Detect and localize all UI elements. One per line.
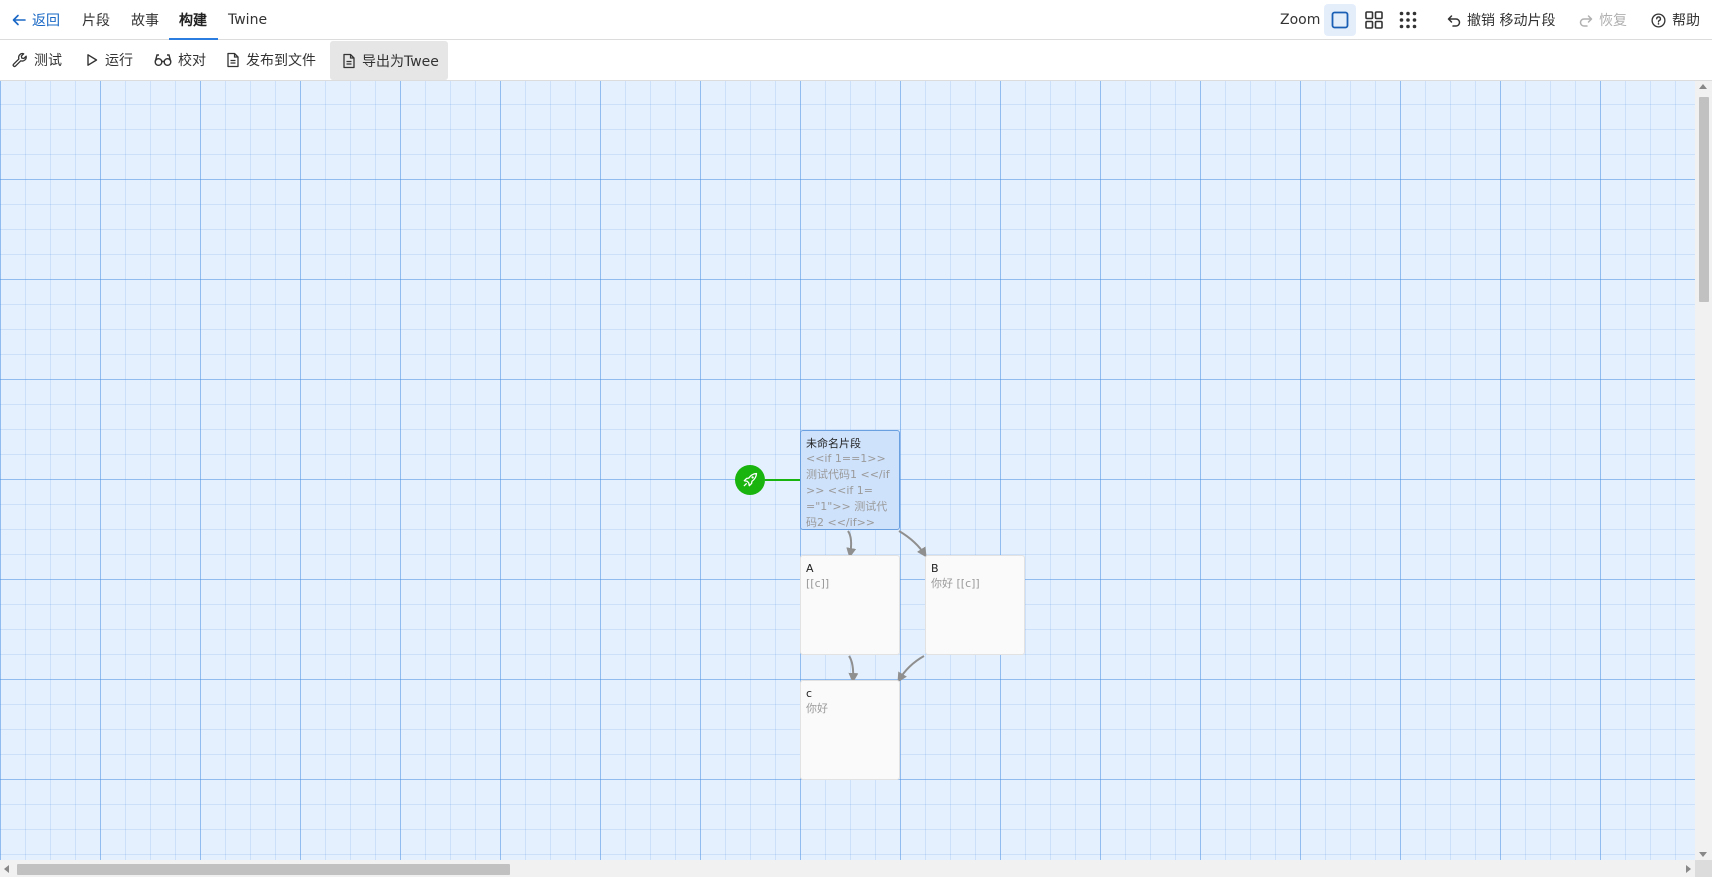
passage-title: 未命名片段 xyxy=(806,437,861,450)
proof-button[interactable]: 校对 xyxy=(154,40,206,80)
passage-excerpt: 你好 xyxy=(806,702,828,715)
test-button[interactable]: 测试 xyxy=(12,40,62,80)
arrow-left-icon xyxy=(12,14,26,26)
zoom-large-square-icon xyxy=(1331,11,1349,29)
zoom-medium-grid-icon xyxy=(1365,11,1383,29)
scroll-down-arrow-icon[interactable] xyxy=(1699,852,1707,857)
glasses-icon xyxy=(154,54,172,66)
tab-twine[interactable]: Twine xyxy=(228,0,267,40)
link-arrow-start-to-b xyxy=(898,530,927,558)
play-button[interactable]: 运行 xyxy=(85,40,133,80)
zoom-small-dots-icon xyxy=(1399,11,1417,29)
start-passage-badge xyxy=(735,465,765,495)
horizontal-scroll-thumb[interactable] xyxy=(17,864,510,875)
top-navigation-bar: 返回 片段 故事 构建 Twine Zoom 撤销 移动片段 恢复 帮助 xyxy=(0,0,1712,40)
passage-card-start[interactable]: 未命名片段 <<if 1==1>> 测试代码1 <</if>> <<if 1==… xyxy=(800,430,900,530)
publish-label: 发布到文件 xyxy=(246,53,316,69)
passage-excerpt: <<if 1==1>> 测试代码1 <</if>> <<if 1=="1">> … xyxy=(806,452,890,529)
publish-to-file-button[interactable]: 发布到文件 xyxy=(226,40,316,80)
build-toolbar: 测试 运行 校对 发布到文件 导出为Twee xyxy=(0,40,1712,81)
tab-build[interactable]: 构建 xyxy=(169,0,218,40)
back-label: 返回 xyxy=(32,13,60,29)
proof-label: 校对 xyxy=(178,53,206,69)
file-icon xyxy=(343,53,355,68)
passage-card-a[interactable]: A [[c]] xyxy=(800,555,900,655)
zoom-small-button[interactable] xyxy=(1392,4,1424,36)
scroll-right-arrow-icon[interactable] xyxy=(1686,865,1691,873)
redo-icon xyxy=(1579,15,1593,27)
link-arrow-start-to-a xyxy=(846,530,857,558)
scroll-up-arrow-icon[interactable] xyxy=(1699,84,1707,89)
undo-label: 撤销 移动片段 xyxy=(1467,13,1556,29)
back-button[interactable]: 返回 xyxy=(12,0,60,40)
link-arrow-b-to-c xyxy=(897,655,925,683)
export-twee-button[interactable]: 导出为Twee xyxy=(330,41,448,80)
passage-title: A xyxy=(806,562,814,575)
passage-excerpt: 你好 [[c]] xyxy=(931,577,980,590)
passage-card-b[interactable]: B 你好 [[c]] xyxy=(925,555,1025,655)
link-arrow-a-to-c xyxy=(848,655,859,683)
tab-story[interactable]: 故事 xyxy=(131,0,159,40)
passage-title: B xyxy=(931,562,939,575)
horizontal-scrollbar[interactable] xyxy=(0,860,1695,877)
passage-card-c[interactable]: c 你好 xyxy=(800,680,900,780)
zoom-label: Zoom xyxy=(1280,12,1321,28)
help-button[interactable]: 帮助 xyxy=(1651,0,1700,40)
scroll-left-arrow-icon[interactable] xyxy=(4,865,9,873)
vertical-scrollbar[interactable] xyxy=(1695,81,1712,860)
scrollbar-corner xyxy=(1695,860,1712,877)
story-map-canvas[interactable]: 未命名片段 <<if 1==1>> 测试代码1 <</if>> <<if 1==… xyxy=(0,81,1695,860)
play-label: 运行 xyxy=(105,53,133,69)
vertical-scroll-thumb[interactable] xyxy=(1699,97,1709,302)
zoom-large-button[interactable] xyxy=(1324,4,1356,36)
test-label: 测试 xyxy=(34,53,62,69)
wrench-icon xyxy=(12,52,27,68)
rocket-icon xyxy=(743,472,758,487)
undo-button[interactable]: 撤销 移动片段 xyxy=(1447,0,1555,40)
help-label: 帮助 xyxy=(1672,13,1700,29)
undo-icon xyxy=(1447,15,1461,27)
redo-button[interactable]: 恢复 xyxy=(1579,0,1627,40)
export-twee-label: 导出为Twee xyxy=(362,53,439,70)
file-icon xyxy=(227,52,239,68)
tab-story-label: 故事 xyxy=(131,13,159,29)
redo-label: 恢复 xyxy=(1599,13,1627,29)
tab-twine-label: Twine xyxy=(228,12,268,28)
play-icon xyxy=(87,54,98,66)
passage-title: c xyxy=(806,687,813,700)
zoom-medium-button[interactable] xyxy=(1358,4,1390,36)
help-icon xyxy=(1651,12,1666,28)
tab-passage[interactable]: 片段 xyxy=(82,0,110,40)
tab-passage-label: 片段 xyxy=(82,13,110,29)
tab-build-label: 构建 xyxy=(179,13,207,29)
passage-excerpt: [[c]] xyxy=(806,577,830,590)
